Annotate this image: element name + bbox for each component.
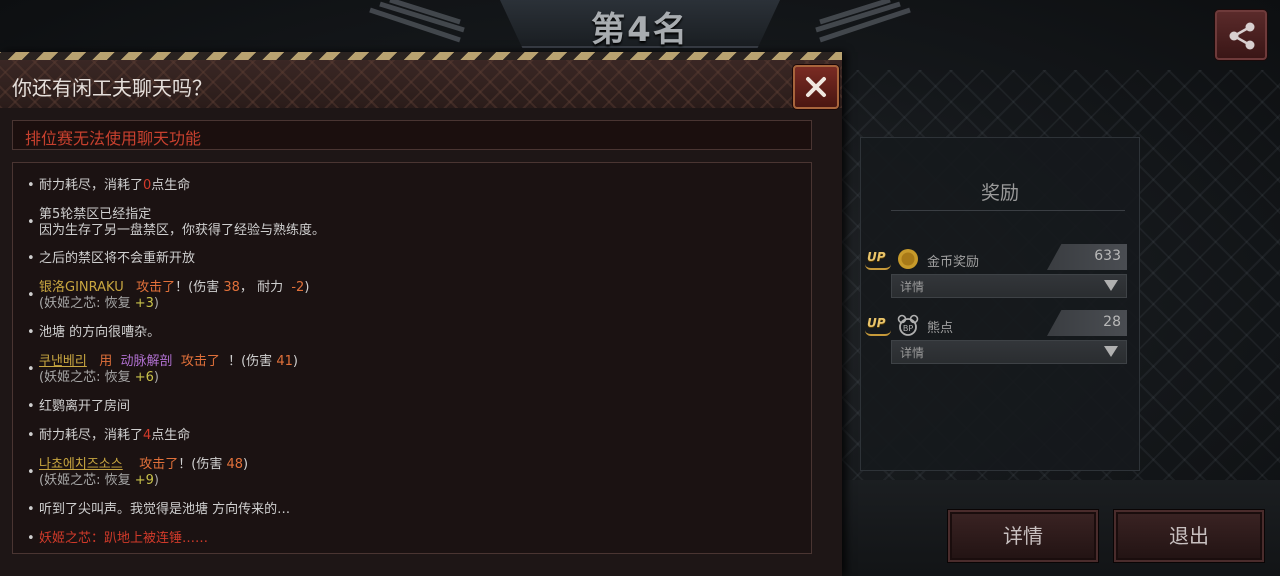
log-text: ) bbox=[292, 354, 298, 369]
bear-point-icon: BP bbox=[897, 314, 919, 336]
log-damage: 38 bbox=[223, 280, 240, 295]
log-damage: 41 bbox=[276, 354, 293, 369]
reward-label: 熊点 bbox=[927, 321, 954, 336]
log-heal: +3 bbox=[134, 296, 154, 311]
log-text: ！(伤害 bbox=[175, 280, 220, 295]
log-text: ！(伤害 bbox=[178, 457, 223, 472]
bullet: • bbox=[27, 288, 35, 303]
bullet: • bbox=[27, 178, 35, 193]
chevron-down-icon bbox=[1104, 346, 1118, 357]
svg-text:BP: BP bbox=[903, 324, 913, 333]
player-name[interactable]: 나쵸에치즈소스 bbox=[39, 457, 123, 472]
chat-dialog: 你还有闲工夫聊天吗？ 排位赛无法使用聊天功能 • 耐力耗尽，消耗了0点生命 • … bbox=[0, 52, 842, 576]
log-entry: • 红鹦离开了房间 bbox=[27, 399, 131, 415]
bullet: • bbox=[27, 251, 35, 266]
log-entry: • 妖姬之芯：趴地上被连锤…… bbox=[27, 531, 209, 547]
log-text: 用 bbox=[99, 354, 113, 369]
bullet: • bbox=[27, 399, 35, 414]
battle-log[interactable]: • 耐力耗尽，消耗了0点生命 • 第5轮禁区已经指定 因为生存了另一盘禁区，你获… bbox=[12, 162, 812, 554]
chevron-down-icon bbox=[1104, 280, 1118, 291]
reward-title: 奖励 bbox=[980, 182, 1019, 204]
reward-label: 金币奖励 bbox=[927, 255, 980, 270]
dropdown-label: 详情 bbox=[900, 280, 925, 294]
bullet: • bbox=[27, 215, 35, 230]
reward-row-gold: UP 金币奖励 633 详情 bbox=[865, 244, 1127, 310]
log-text: (妖姬之芯: 恢复 bbox=[39, 473, 131, 488]
player-name[interactable]: 쿠낸베리 bbox=[39, 354, 87, 369]
log-text: 妖姬之芯：趴地上被连锤…… bbox=[39, 531, 209, 546]
gold-coin-icon bbox=[898, 249, 918, 269]
log-skill: 动脉解剖 bbox=[120, 354, 173, 369]
log-text: ) bbox=[153, 473, 159, 488]
log-text: ) bbox=[243, 457, 249, 472]
reward-panel: 奖励 UP 金币奖励 633 详情 UP BP 熊点 28 详情 bbox=[860, 137, 1140, 471]
log-text: 池塘 的方向很嘈杂。 bbox=[39, 325, 161, 340]
up-badge: UP bbox=[865, 316, 891, 336]
close-icon bbox=[806, 77, 826, 97]
reward-value: 28 bbox=[1103, 314, 1121, 330]
share-button[interactable] bbox=[1215, 10, 1267, 60]
log-text: 耐力耗尽，消耗了 bbox=[39, 178, 144, 193]
log-entry: • 耐力耗尽，消耗了0点生命 bbox=[27, 178, 191, 194]
log-text: (妖姬之芯: 恢复 bbox=[39, 370, 131, 385]
log-damage: 48 bbox=[226, 457, 244, 472]
log-entry: • 听到了尖叫声。我觉得是池塘 方向传来的… bbox=[27, 502, 291, 518]
log-entry: • 池塘 的方向很嘈杂。 bbox=[27, 325, 161, 341]
dropdown-label: 详情 bbox=[900, 346, 925, 360]
log-text: ) bbox=[153, 296, 159, 311]
log-text: 红鹦离开了房间 bbox=[39, 399, 131, 414]
log-entry: • 之后的禁区将不会重新开放 bbox=[27, 251, 196, 267]
chat-disabled-notice: 排位赛无法使用聊天功能 bbox=[12, 120, 812, 150]
dialog-title: 你还有闲工夫聊天吗？ bbox=[12, 76, 212, 100]
log-entry: • 쿠낸베리 用 动脉解剖 攻击了 ！(伤害 41) (妖姬之芯: 恢复 +6) bbox=[27, 354, 298, 386]
log-text: 点生命 bbox=[151, 428, 191, 443]
notice-text: 排位赛无法使用聊天功能 bbox=[25, 129, 202, 148]
dialog-header: 你还有闲工夫聊天吗？ bbox=[0, 60, 842, 109]
log-heal: +6 bbox=[134, 370, 154, 385]
log-text: (妖姬之芯: 恢复 bbox=[39, 296, 131, 311]
log-entry: • 银洛GINRAKU 攻击了！(伤害 38， 耐力 -2) (妖姬之芯: 恢复… bbox=[27, 280, 310, 312]
bullet: • bbox=[27, 502, 35, 517]
log-text: 第5轮禁区已经指定 bbox=[39, 207, 152, 222]
log-text: ， bbox=[239, 280, 253, 295]
log-text: 耐力 bbox=[257, 280, 284, 295]
log-text: 之后的禁区将不会重新开放 bbox=[39, 251, 196, 266]
bullet: • bbox=[27, 325, 35, 340]
bullet: • bbox=[27, 428, 35, 443]
share-icon bbox=[1229, 22, 1255, 50]
log-text: ！(伤害 bbox=[228, 354, 273, 369]
log-entry: • 第5轮禁区已经指定 因为生存了另一盘禁区，你获得了经验与熟练度。 bbox=[27, 207, 326, 239]
close-button[interactable] bbox=[793, 65, 839, 109]
exit-button[interactable]: 退出 bbox=[1114, 510, 1264, 562]
reward-row-bear-points: UP BP 熊点 28 详情 bbox=[865, 310, 1127, 376]
detail-button[interactable]: 详情 bbox=[948, 510, 1098, 562]
up-badge: UP bbox=[865, 250, 891, 270]
log-text: 点生命 bbox=[151, 178, 191, 193]
log-entry: • 耐力耗尽，消耗了4点生命 bbox=[27, 428, 191, 444]
log-attack: 攻击了 bbox=[139, 457, 179, 472]
log-text: 耐力耗尽，消耗了 bbox=[39, 428, 144, 443]
right-wing-ornament-icon bbox=[815, 0, 911, 43]
bullet: • bbox=[27, 531, 35, 546]
player-name[interactable]: 银洛GINRAKU bbox=[39, 280, 124, 295]
reward-value: 633 bbox=[1094, 248, 1121, 264]
log-attack: 攻击了 bbox=[136, 280, 176, 295]
hazard-stripe bbox=[0, 52, 842, 60]
log-heal: +9 bbox=[134, 473, 154, 488]
rank-title: 第4名 bbox=[591, 10, 689, 50]
log-text: ) bbox=[304, 280, 310, 295]
log-text: 因为生存了另一盘禁区，你获得了经验与熟练度。 bbox=[39, 223, 326, 238]
bear-point-detail-dropdown[interactable]: 详情 bbox=[891, 340, 1127, 364]
log-text: 听到了尖叫声。我觉得是池塘 方向传来的… bbox=[39, 502, 291, 517]
bullet: • bbox=[27, 362, 35, 377]
log-entry: • 나쵸에치즈소스 攻击了！(伤害 48) (妖姬之芯: 恢复 +9) bbox=[27, 457, 249, 489]
log-stamina: -2 bbox=[291, 280, 305, 295]
bullet: • bbox=[27, 465, 35, 480]
gold-detail-dropdown[interactable]: 详情 bbox=[891, 274, 1127, 298]
log-attack: 攻击了 bbox=[180, 354, 220, 369]
left-wing-ornament-icon bbox=[369, 0, 465, 43]
log-text: ) bbox=[153, 370, 159, 385]
reward-divider bbox=[891, 210, 1125, 211]
